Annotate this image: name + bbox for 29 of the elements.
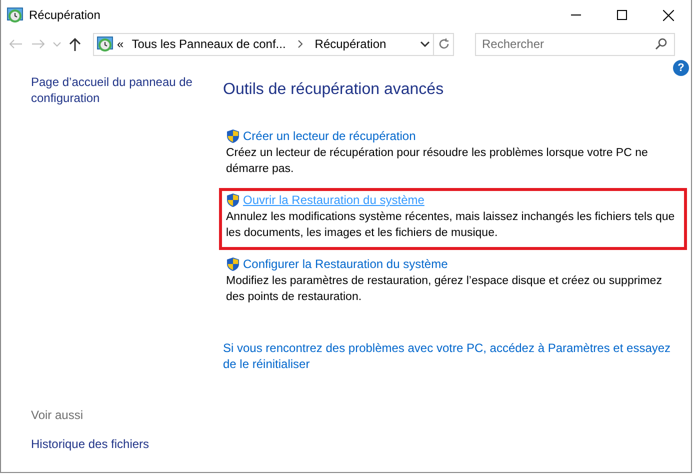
breadcrumb-item[interactable]: Récupération	[310, 35, 390, 53]
tool-link[interactable]: Configurer la Restauration du système	[243, 255, 448, 273]
reset-link[interactable]: Si vous rencontrez des problèmes avec votre PC, accédez à Paramètres et essayez de le réinitialiser	[223, 340, 685, 372]
close-icon[interactable]	[662, 10, 674, 20]
refresh-icon[interactable]	[438, 38, 450, 50]
shield-icon	[226, 128, 240, 144]
section-heading: Voir aussi	[31, 407, 84, 424]
tool-description: Créez un lecteur de récupération pour résoudre les problèmes lorsque votre PC ne démarre pas.	[226, 146, 649, 177]
help-icon[interactable]: ?	[673, 60, 689, 76]
up-button[interactable]	[69, 38, 81, 50]
section-title: Outils de récupération avancés	[223, 80, 445, 100]
tool-description: Annulez les modifications système récentes, mais laissez inchangés les fichiers tels que les documents, les images et les fichiers de musique.	[226, 210, 676, 241]
recovery-icon	[97, 36, 113, 52]
breadcrumb-overflow[interactable]: «	[113, 35, 128, 53]
window-title: Récupération	[29, 7, 100, 24]
breadcrumb-item[interactable]: Tous les Panneaux de conf...	[128, 35, 290, 53]
search-field[interactable]: Rechercher	[475, 32, 675, 56]
shield-icon	[226, 192, 240, 208]
search-icon	[655, 38, 667, 50]
tool-link[interactable]: Créer un lecteur de récupération	[243, 127, 416, 145]
maximize-icon[interactable]	[617, 10, 627, 20]
tool-description: Modifiez les paramètres de restauration, gérez l’espace disque et créez ou supprimez des points de restauration.	[226, 274, 663, 305]
chevron-icon[interactable]	[298, 40, 303, 48]
dropdown-icon[interactable]	[420, 41, 430, 47]
address-bar[interactable]: « Tous les Panneaux de conf... Récupération	[93, 32, 454, 56]
shield-icon	[226, 256, 240, 272]
sidebar-link[interactable]: Page d’accueil du panneau de configuration	[31, 74, 201, 106]
recovery-icon	[7, 7, 23, 23]
sidebar-link[interactable]: Historique des fichiers	[31, 436, 201, 452]
